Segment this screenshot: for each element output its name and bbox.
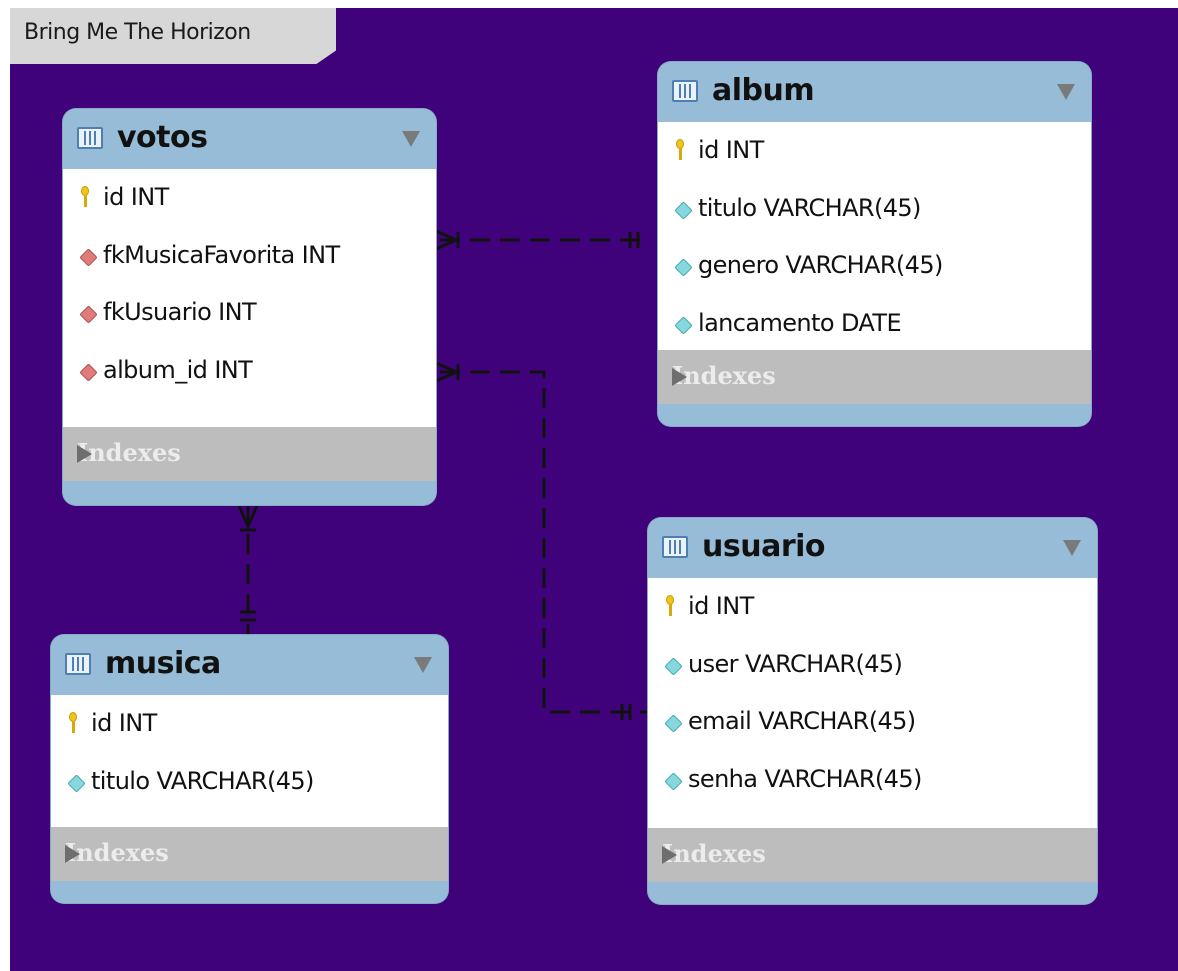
table-header[interactable]: musica xyxy=(51,635,448,695)
column-label: id INT xyxy=(698,136,764,164)
column-row[interactable]: album_id INT xyxy=(63,342,436,400)
column-icon xyxy=(67,773,86,793)
column-row[interactable]: id INT xyxy=(658,122,1091,180)
column-row[interactable]: fkMusicaFavorita INT xyxy=(63,227,436,285)
column-icon xyxy=(664,656,683,676)
table-icon xyxy=(77,127,103,149)
column-label: titulo VARCHAR(45) xyxy=(91,766,314,795)
column-icon xyxy=(664,714,683,733)
collapse-icon[interactable] xyxy=(414,657,432,673)
table-icon xyxy=(672,80,698,102)
column-row[interactable]: titulo VARCHAR(45) xyxy=(658,180,1091,238)
column-list: id INT fkMusicaFavorita INT fkUsuario IN… xyxy=(63,169,436,427)
primary-key-icon xyxy=(69,712,77,734)
table-title: musica xyxy=(105,646,221,681)
column-label: titulo VARCHAR(45) xyxy=(698,193,921,222)
column-label: user VARCHAR(45) xyxy=(688,649,903,678)
table-icon xyxy=(662,536,688,558)
expand-arrow-icon[interactable] xyxy=(662,846,677,864)
table-icon xyxy=(65,653,91,675)
expand-arrow-icon[interactable] xyxy=(65,845,80,863)
column-label: id INT xyxy=(91,709,157,737)
collapse-icon[interactable] xyxy=(402,131,420,147)
column-label: lancamento DATE xyxy=(698,308,902,337)
column-label: fkMusicaFavorita INT xyxy=(103,240,340,269)
primary-key-icon xyxy=(666,595,674,617)
column-row[interactable]: id INT xyxy=(51,695,448,753)
column-row[interactable]: user VARCHAR(45) xyxy=(648,636,1097,694)
indexes-section[interactable]: Indexes xyxy=(51,827,448,881)
expand-arrow-icon[interactable] xyxy=(672,368,687,386)
foreign-key-icon xyxy=(79,305,98,324)
column-row[interactable]: email VARCHAR(45) xyxy=(648,693,1097,751)
column-row[interactable]: id INT xyxy=(648,578,1097,636)
column-icon xyxy=(674,258,693,277)
collapse-icon[interactable] xyxy=(1063,540,1081,556)
one-marker-musica xyxy=(240,610,256,622)
column-label: fkUsuario INT xyxy=(103,298,257,326)
column-row[interactable]: genero VARCHAR(45) xyxy=(658,237,1091,295)
table-title: votos xyxy=(117,120,208,155)
indexes-label: Indexes xyxy=(672,361,776,390)
collapse-icon[interactable] xyxy=(1057,84,1075,100)
diagram-canvas[interactable]: Bring Me The Horizon votos id INT fkMusi… xyxy=(10,8,1178,971)
foreign-key-icon xyxy=(79,247,98,267)
indexes-label: Indexes xyxy=(65,838,169,867)
column-list: id INT titulo VARCHAR(45) genero VARCHAR… xyxy=(658,122,1091,350)
column-row[interactable]: fkUsuario INT xyxy=(63,284,436,342)
table-album[interactable]: album id INT titulo VARCHAR(45) genero V… xyxy=(658,62,1091,426)
table-usuario[interactable]: usuario id INT user VARCHAR(45) email VA… xyxy=(648,518,1097,904)
table-musica[interactable]: musica id INT titulo VARCHAR(45) Indexes xyxy=(51,635,448,903)
table-header[interactable]: votos xyxy=(63,109,436,169)
column-list: id INT titulo VARCHAR(45) xyxy=(51,695,448,827)
indexes-section[interactable]: Indexes xyxy=(658,350,1091,404)
table-footer xyxy=(648,882,1097,904)
foreign-key-icon xyxy=(79,362,98,382)
table-footer xyxy=(658,404,1091,426)
table-title: album xyxy=(712,73,815,108)
column-label: album_id INT xyxy=(103,355,253,384)
table-header[interactable]: usuario xyxy=(648,518,1097,578)
table-votos[interactable]: votos id INT fkMusicaFavorita INT fkUsua… xyxy=(63,109,436,505)
column-label: email VARCHAR(45) xyxy=(688,707,916,735)
primary-key-icon xyxy=(81,186,89,208)
column-row[interactable]: lancamento DATE xyxy=(658,295,1091,353)
column-row[interactable]: titulo VARCHAR(45) xyxy=(51,753,448,811)
indexes-label: Indexes xyxy=(662,839,766,868)
column-label: senha VARCHAR(45) xyxy=(688,764,922,793)
column-list: id INT user VARCHAR(45) email VARCHAR(45… xyxy=(648,578,1097,828)
table-footer xyxy=(51,881,448,903)
column-icon xyxy=(674,315,693,335)
column-label: genero VARCHAR(45) xyxy=(698,251,943,279)
indexes-label: Indexes xyxy=(77,438,181,467)
primary-key-icon xyxy=(676,139,684,161)
expand-arrow-icon[interactable] xyxy=(77,445,92,463)
table-title: usuario xyxy=(702,529,826,564)
relationship-line-votos-usuario xyxy=(440,370,648,714)
table-footer xyxy=(63,481,436,503)
column-icon xyxy=(664,771,683,791)
column-label: id INT xyxy=(688,592,754,620)
column-label: id INT xyxy=(103,183,169,211)
indexes-section[interactable]: Indexes xyxy=(63,427,436,481)
column-row[interactable]: id INT xyxy=(63,169,436,227)
column-icon xyxy=(674,200,693,220)
table-header[interactable]: album xyxy=(658,62,1091,122)
indexes-section[interactable]: Indexes xyxy=(648,828,1097,882)
column-row[interactable]: senha VARCHAR(45) xyxy=(648,751,1097,809)
